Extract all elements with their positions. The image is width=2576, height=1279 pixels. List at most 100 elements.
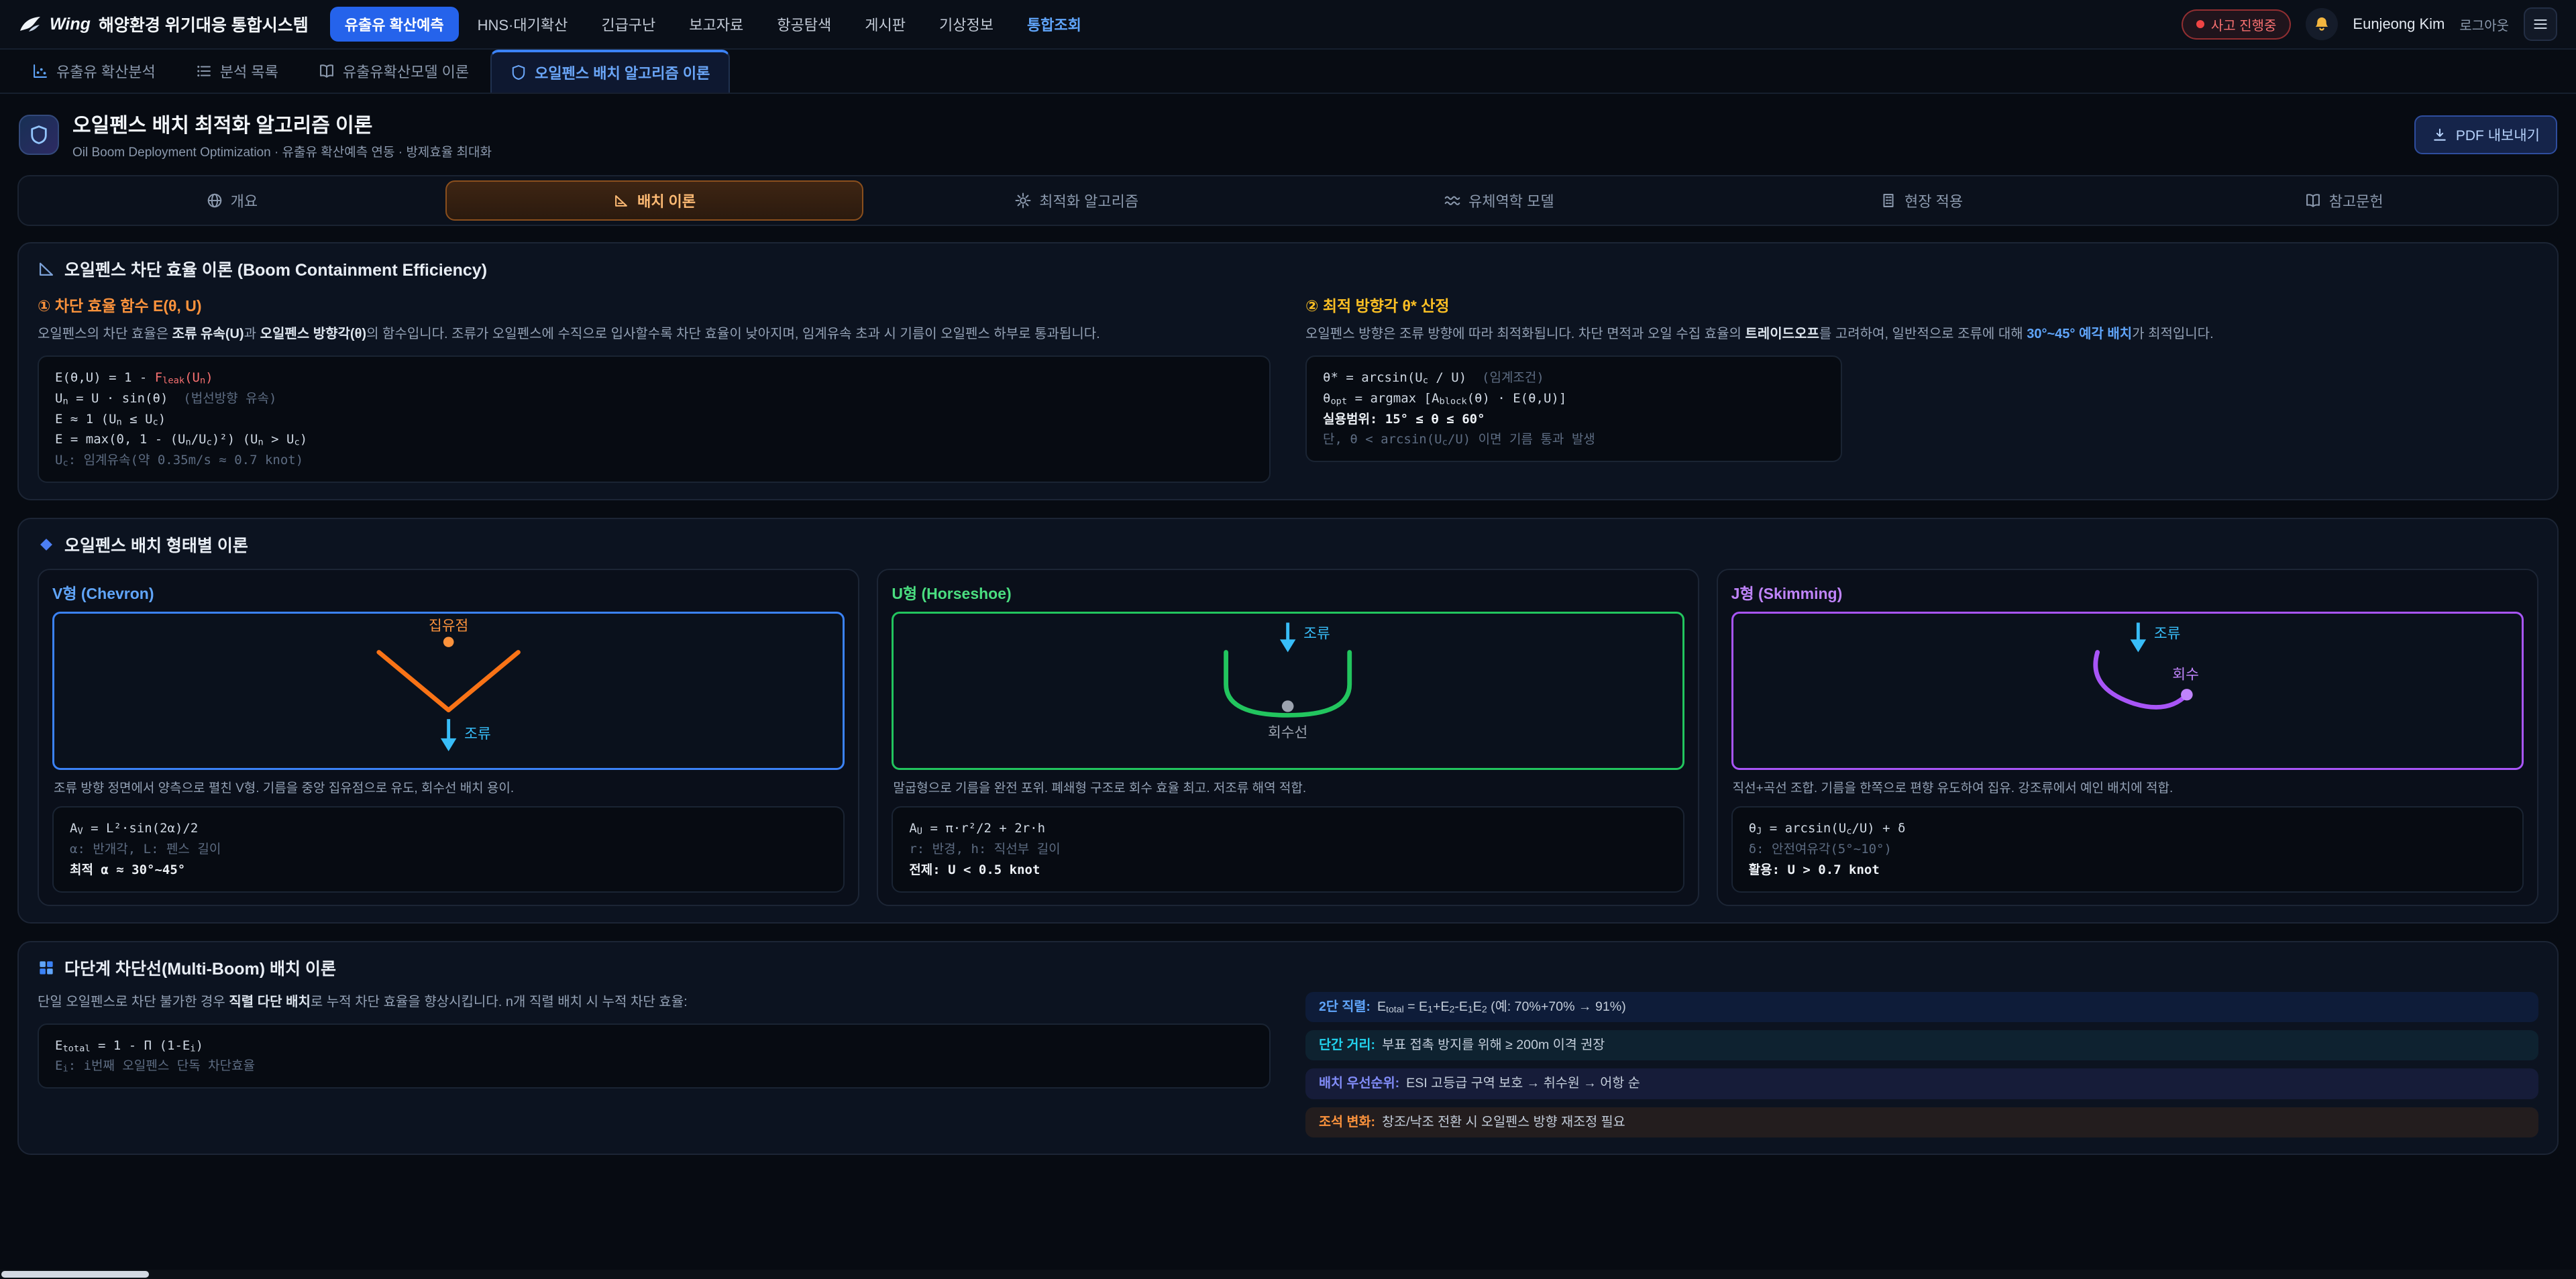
efficiency-columns: ① 차단 효율 함수 E(θ, U) 오일펜스의 차단 효율은 조류 유속(U)…: [38, 293, 2538, 483]
formula-line: Un = U · sin(θ) (법선방향 유속): [55, 388, 1253, 409]
waves-icon: [1444, 192, 1460, 209]
v-boom-lines: [379, 652, 519, 710]
nav-item-reports[interactable]: 보고자료: [674, 7, 758, 42]
page-title: 오일펜스 배치 최적화 알고리즘 이론: [72, 109, 492, 138]
navbar-right: 사고 진행중 Eunjeong Kim 로그아웃: [2182, 7, 2557, 41]
card-formula-block: θJ = arcsin(Uc/U) + δ δ: 안전여유각(5°~10°) 활…: [1731, 806, 2524, 892]
building-icon: [1880, 192, 1896, 209]
menu-button[interactable]: [2524, 7, 2557, 41]
pdf-export-button[interactable]: PDF 내보내기: [2414, 115, 2557, 154]
nav-item-hns-atmospheric[interactable]: HNS·대기확산: [463, 7, 583, 42]
incident-status-badge[interactable]: 사고 진행중: [2182, 9, 2292, 40]
formula-line: Ei: i번째 오일펜스 단독 차단효율: [55, 1056, 1253, 1076]
recovery-dot: [2181, 689, 2193, 700]
note-label: 조석 변화:: [1319, 1115, 1375, 1129]
tab-analysis-list[interactable]: 분석 목록: [177, 50, 297, 93]
card-u-horseshoe: U형 (Horseshoe) 조류 회수선 말굽형으로 기름을 완전 포위. 폐…: [877, 569, 1699, 906]
v-chevron-diagram: 집유점 조류: [52, 612, 845, 770]
efficiency-function-formula-block: E(θ,U) = 1 - Fleak(Un) Un = U · sin(θ) (…: [38, 355, 1271, 483]
top-navbar: Wing 해양환경 위기대응 통합시스템 유출유 확산예측 HNS·대기확산 긴…: [0, 0, 2576, 50]
panel-title-row: 다단계 차단선(Multi-Boom) 배치 이론: [38, 956, 2538, 980]
sectab-field-application[interactable]: 현장 적용: [1713, 180, 2131, 221]
formula-line: AV = L²·sin(2α)/2: [70, 818, 827, 839]
optimal-angle-heading: ② 최적 방향각 θ* 산정: [1305, 293, 2538, 316]
set-square-icon: [613, 192, 629, 209]
bell-icon: [2313, 15, 2330, 33]
multi-boom-columns: 단일 오일펜스로 차단 불가한 경우 직렬 다단 배치로 누적 차단 효율을 향…: [38, 992, 2538, 1138]
panel-title: 오일펜스 배치 형태별 이론: [64, 533, 248, 557]
list-icon: [196, 63, 212, 79]
open-book-icon: [2305, 192, 2321, 209]
containment-efficiency-panel: 오일펜스 차단 효율 이론 (Boom Containment Efficien…: [17, 242, 2559, 500]
nav-item-integrated-search[interactable]: 통합조회: [1012, 7, 1096, 42]
logout-button[interactable]: 로그아웃: [2459, 15, 2509, 34]
card-formula-block: AV = L²·sin(2α)/2 α: 반개각, L: 펜스 길이 최적 α …: [52, 806, 845, 892]
user-name: Eunjeong Kim: [2353, 15, 2445, 33]
tab-spill-model-theory[interactable]: 유출유확산모델 이론: [300, 50, 488, 93]
sectab-hydrodynamics-model[interactable]: 유체역학 모델: [1290, 180, 1709, 221]
formula-line: 최적 α ≈ 30°~45°: [70, 860, 827, 881]
formula-line: 전제: U < 0.5 knot: [909, 860, 1666, 881]
formula-line: E ≈ 1 (Un ≤ Uc): [55, 409, 1253, 430]
sectab-label: 현장 적용: [1904, 190, 1963, 211]
u-horseshoe-diagram-svg: 조류 회수선: [894, 614, 1682, 768]
formula-line: 단, θ < arcsin(Uc/U) 이면 기름 통과 발생: [1323, 429, 1825, 450]
horizontal-scrollbar-thumb[interactable]: [1, 1271, 149, 1278]
system-title: 해양환경 위기대응 통합시스템: [99, 12, 309, 36]
tab-boom-algorithm-theory[interactable]: 오일펜스 배치 알고리즘 이론: [490, 50, 730, 93]
workspace-tabbar: 유출유 확산분석 분석 목록 유출유확산모델 이론 오일펜스 배치 알고리즘 이…: [0, 50, 2576, 94]
grid-icon: [38, 959, 55, 977]
shield-icon: [29, 125, 49, 145]
gear-icon: [1015, 192, 1031, 209]
optimal-angle-column: ② 최적 방향각 θ* 산정 오일펜스 방향은 조류 방향에 따라 최적화됩니다…: [1305, 293, 2538, 483]
note-label: 단간 거리:: [1319, 1038, 1375, 1052]
globe-icon: [207, 192, 223, 209]
boom-shapes-panel: 오일펜스 배치 형태별 이론 V형 (Chevron) 집유점 조류 조류 방향…: [17, 518, 2559, 924]
card-description: 직선+곡선 조합. 기름을 한쪽으로 편향 유도하여 집유. 강조류에서 예인 …: [1733, 779, 2522, 799]
card-j-skimming: J형 (Skimming) 조류 회수 직선+곡선 조합. 기름을 한쪽으로 편…: [1717, 569, 2538, 906]
page-subtitle: Oil Boom Deployment Optimization · 유출유 확…: [72, 142, 492, 160]
nav-item-board[interactable]: 게시판: [850, 7, 920, 42]
sectab-label: 참고문헌: [2329, 190, 2383, 211]
download-icon: [2432, 127, 2448, 143]
main-navigation: 유출유 확산예측 HNS·대기확산 긴급구난 보고자료 항공탐색 게시판 기상정…: [330, 7, 1096, 42]
tab-spill-analysis[interactable]: 유출유 확산분석: [13, 50, 174, 93]
page-title-group: 오일펜스 배치 최적화 알고리즘 이론 Oil Boom Deployment …: [72, 109, 492, 160]
app-root: Wing 해양환경 위기대응 통합시스템 유출유 확산예측 HNS·대기확산 긴…: [0, 0, 2576, 1279]
nav-item-weather[interactable]: 기상정보: [924, 7, 1008, 42]
j-skimming-diagram-svg: 조류 회수: [1733, 614, 2522, 768]
sectab-deployment-theory[interactable]: 배치 이론: [445, 180, 864, 221]
efficiency-function-heading: ① 차단 효율 함수 E(θ, U): [38, 293, 1271, 316]
page-icon: [19, 115, 59, 155]
tab-label: 유출유확산모델 이론: [343, 60, 469, 82]
multi-boom-left-column: 단일 오일펜스로 차단 불가한 경우 직렬 다단 배치로 누적 차단 효율을 향…: [38, 992, 1271, 1089]
panel-title-row: 오일펜스 배치 형태별 이론: [38, 533, 2538, 557]
nav-item-emergency-rescue[interactable]: 긴급구난: [586, 7, 670, 42]
shield-icon: [511, 64, 527, 80]
note-text: Etotal = E1+E2-E1E2 (예: 70%+70% → 91%): [1377, 999, 1626, 1014]
hamburger-icon: [2532, 16, 2548, 32]
sectab-overview[interactable]: 개요: [23, 180, 441, 221]
notifications-button[interactable]: [2306, 8, 2338, 40]
sectab-optimization-algorithm[interactable]: 최적화 알고리즘: [867, 180, 1286, 221]
formula-line: Uc: 임계유속(약 0.35m/s ≈ 0.7 knot): [55, 450, 1253, 471]
formula-line: 활용: U > 0.7 knot: [1749, 860, 2506, 881]
collection-point-dot: [443, 636, 454, 647]
panel-title: 다단계 차단선(Multi-Boom) 배치 이론: [64, 956, 336, 980]
card-description: 조류 방향 정면에서 양측으로 펼친 V형. 기름을 중앙 집유점으로 유도, …: [54, 779, 843, 799]
tab-label: 오일펜스 배치 알고리즘 이론: [535, 62, 710, 83]
v-chevron-diagram-svg: 집유점 조류: [54, 614, 843, 768]
nav-item-oil-spill-prediction[interactable]: 유출유 확산예측: [330, 7, 459, 42]
optimal-angle-description: 오일펜스 방향은 조류 방향에 따라 최적화됩니다. 차단 면적과 오일 수집 …: [1305, 324, 2538, 345]
sectab-references[interactable]: 참고문헌: [2135, 180, 2553, 221]
card-formula-block: AU = π·r²/2 + 2r·h r: 반경, h: 직선부 길이 전제: …: [892, 806, 1684, 892]
formula-line: E(θ,U) = 1 - Fleak(Un): [55, 368, 1253, 388]
section-tabs: 개요 배치 이론 최적화 알고리즘 유체역학 모델 현장 적용 참고문헌: [17, 175, 2559, 226]
brand[interactable]: Wing 해양환경 위기대응 통합시스템: [19, 12, 309, 36]
card-description: 말굽형으로 기름을 완전 포위. 폐쇄형 구조로 회수 효율 최고. 저조류 해…: [893, 779, 1682, 799]
panel-title: 오일펜스 차단 효율 이론 (Boom Containment Efficien…: [64, 257, 487, 281]
nav-item-aerial-search[interactable]: 항공탐색: [762, 7, 846, 42]
multi-boom-formula-block: Etotal = 1 - Π (1-Ei) Ei: i번째 오일펜스 단독 차단…: [38, 1023, 1271, 1089]
current-arrowhead: [2130, 639, 2146, 652]
optimal-angle-formula-block: θ* = arcsin(Uc / U) (임계조건) θopt = argmax…: [1305, 355, 1842, 462]
